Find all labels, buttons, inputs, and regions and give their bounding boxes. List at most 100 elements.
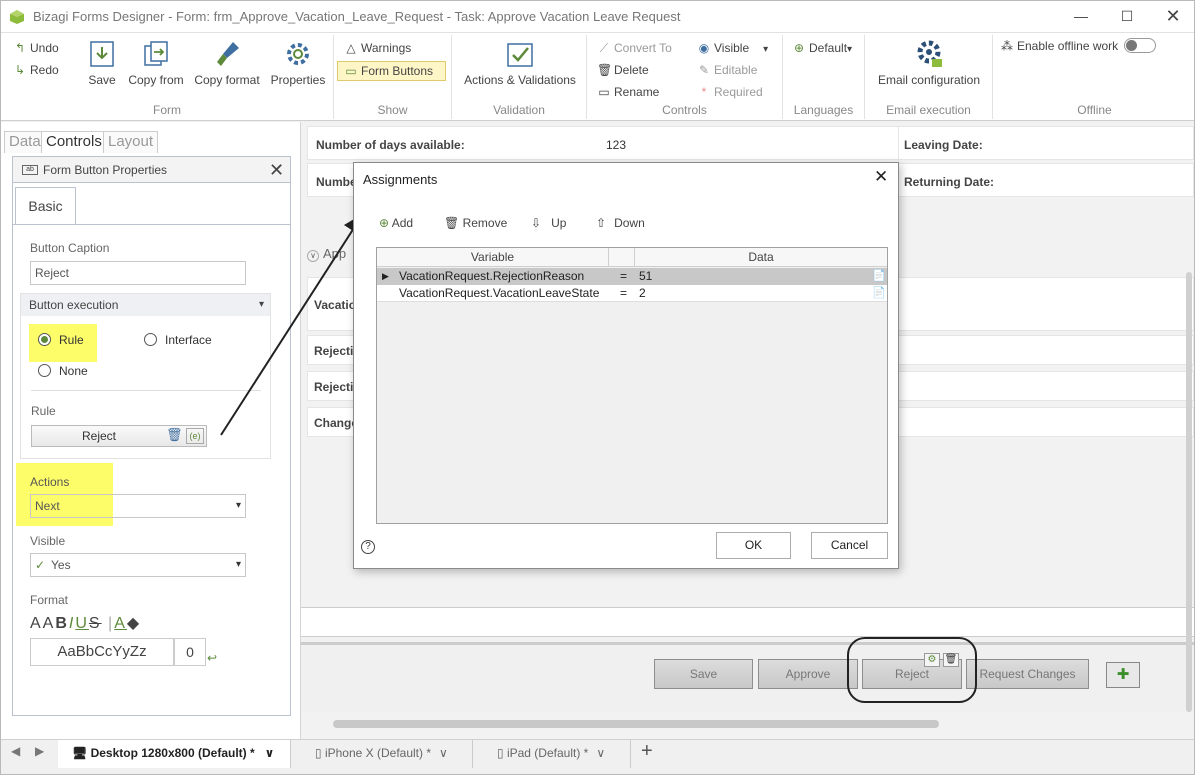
- enable-offline-label: ⁂ Enable offline work: [1001, 39, 1119, 53]
- bizagi-logo-icon: [10, 10, 24, 24]
- offline-toggle[interactable]: [1124, 38, 1156, 53]
- form-buttons-icon: ▭: [345, 64, 357, 78]
- tab-layout[interactable]: Layout: [103, 131, 159, 153]
- check-icon: ✓: [35, 558, 46, 572]
- remove-row-button[interactable]: 🗑 Remove: [444, 216, 507, 230]
- rename-button[interactable]: ▭ Rename: [597, 85, 659, 99]
- properties-button[interactable]: Properties: [268, 39, 328, 87]
- arrow-down-icon: ⇩: [531, 216, 542, 230]
- col-header-variable[interactable]: Variable: [377, 248, 609, 267]
- tab-basic[interactable]: Basic: [15, 187, 76, 225]
- document-icon[interactable]: 📄: [872, 268, 886, 284]
- help-icon[interactable]: ?: [361, 540, 375, 554]
- add-row-button[interactable]: ⊕ Add: [379, 216, 413, 230]
- expression-icon[interactable]: (e): [186, 428, 204, 444]
- table-row[interactable]: VacationRequest.VacationLeaveState = 2 📄: [377, 285, 887, 302]
- tab-desktop[interactable]: 🖥 Desktop 1280x800 (Default) * ∨: [58, 740, 291, 768]
- strikethrough-icon[interactable]: S: [89, 615, 102, 632]
- table-row[interactable]: ▶ VacationRequest.RejectionReason = 51 📄: [377, 268, 887, 285]
- close-panel-button[interactable]: ✕: [269, 157, 284, 183]
- horizontal-scrollbar[interactable]: [333, 720, 939, 728]
- scroll-right-icon[interactable]: ▶: [35, 744, 44, 758]
- button-execution-header[interactable]: Button execution ▾: [21, 294, 270, 316]
- visible-button[interactable]: ◉ Visible ▾: [697, 41, 768, 55]
- actions-dropdown[interactable]: Next: [30, 494, 246, 518]
- form-approve-button[interactable]: Approve: [758, 659, 858, 689]
- warnings-button[interactable]: △ Warnings: [344, 41, 411, 55]
- row-selector-icon: ▶: [382, 271, 389, 281]
- move-up-button[interactable]: ⇩ Up: [531, 216, 566, 230]
- rule-field[interactable]: Reject 🗑 (e): [31, 425, 207, 447]
- minimize-button[interactable]: —: [1058, 1, 1104, 33]
- language-dropdown[interactable]: ⊕ Default▾: [792, 41, 852, 55]
- copy-from-icon: [141, 39, 171, 69]
- undo-button[interactable]: ↰ Undo: [13, 41, 59, 55]
- visible-label: Visible: [30, 534, 66, 548]
- offline-icon: ⁂: [1001, 39, 1013, 53]
- form-save-button[interactable]: Save: [654, 659, 753, 689]
- convert-to-button[interactable]: ⟋ Convert To: [597, 41, 672, 56]
- window-title: Bizagi Forms Designer - Form: frm_Approv…: [33, 9, 681, 24]
- actions-validations-button[interactable]: Actions & Validations: [460, 39, 580, 87]
- collapse-icon: ∨: [307, 250, 319, 262]
- save-button[interactable]: Save: [85, 39, 119, 87]
- move-down-button[interactable]: ⇧ Down: [596, 216, 645, 230]
- tab-controls[interactable]: Controls: [41, 131, 107, 153]
- font-color-icon[interactable]: A: [114, 615, 127, 632]
- font-decrease-icon[interactable]: A: [43, 615, 56, 632]
- visible-dropdown[interactable]: ✓ Yes: [30, 553, 246, 577]
- form-request-changes-button[interactable]: Request Changes: [966, 659, 1089, 689]
- ribbon-group-languages: ⊕ Default▾ Languages: [783, 35, 865, 119]
- assignments-grid: Variable Data ▶ VacationRequest.Rejectio…: [376, 247, 888, 524]
- font-preview[interactable]: AaBbCcYyZz: [30, 638, 174, 666]
- tab-ipad[interactable]: ▯ iPad (Default) * ∨: [483, 740, 631, 768]
- vertical-scrollbar[interactable]: [1186, 272, 1192, 712]
- col-header-operator: [609, 248, 635, 267]
- copy-format-button[interactable]: Copy format: [192, 39, 262, 87]
- forms-designer-window: Bizagi Forms Designer - Form: frm_Approv…: [0, 0, 1195, 775]
- form-buttons-toggle[interactable]: ▭ Form Buttons: [337, 61, 446, 81]
- underline-icon[interactable]: U: [75, 615, 89, 632]
- copy-from-button[interactable]: Copy from: [127, 39, 185, 87]
- reset-format-icon[interactable]: ↩: [207, 651, 217, 665]
- dialog-close-button[interactable]: ✕: [874, 167, 888, 187]
- scroll-left-icon[interactable]: ◀: [11, 744, 20, 758]
- button-caption-input[interactable]: Reject: [30, 261, 246, 285]
- redo-button[interactable]: ↳ Redo: [13, 63, 59, 77]
- tab-iphone[interactable]: ▯ iPhone X (Default) * ∨: [301, 740, 473, 768]
- section-approval-header[interactable]: ∨ App: [307, 246, 346, 262]
- add-button-icon[interactable]: ✚: [1106, 662, 1140, 688]
- trash-icon: 🗑: [597, 63, 613, 77]
- bold-icon[interactable]: B: [55, 615, 69, 632]
- delete-button[interactable]: 🗑 Delete: [597, 63, 649, 77]
- col-header-data[interactable]: Data: [635, 248, 887, 267]
- maximize-button[interactable]: ☐: [1104, 1, 1150, 33]
- button-caption-label: Button Caption: [30, 241, 110, 255]
- editable-button[interactable]: ✎ Editable: [697, 63, 757, 77]
- add-device-tab-button[interactable]: +: [641, 740, 653, 763]
- radio-interface-dot: [144, 333, 157, 346]
- trash-icon: 🗑: [444, 216, 460, 230]
- required-button[interactable]: * Required: [697, 85, 763, 99]
- radio-rule-dot: [38, 333, 51, 346]
- tab-data[interactable]: Data: [4, 131, 46, 153]
- radio-interface[interactable]: Interface: [144, 333, 212, 347]
- form-button-properties-panel: ab Form Button Properties ✕ Basic Button…: [12, 156, 291, 716]
- email-configuration-button[interactable]: Email configuration: [875, 39, 983, 87]
- ok-button[interactable]: OK: [716, 532, 791, 559]
- font-increase-icon[interactable]: A: [30, 615, 43, 632]
- rule-label: Rule: [31, 404, 56, 418]
- ribbon-group-form: ↰ Undo ↳ Redo Save Copy from Copy format P…: [1, 35, 334, 119]
- trash-icon[interactable]: 🗑: [166, 427, 183, 443]
- arrow-up-icon: ⇧: [596, 216, 607, 230]
- cancel-button[interactable]: Cancel: [811, 532, 888, 559]
- fill-color-icon[interactable]: ◆: [127, 615, 141, 632]
- rename-icon: ▭: [598, 85, 610, 99]
- font-size-field[interactable]: 0: [174, 638, 206, 666]
- ribbon: ↰ Undo ↳ Redo Save Copy from Copy format P…: [1, 33, 1194, 121]
- radio-rule[interactable]: Rule: [38, 333, 84, 347]
- document-icon[interactable]: 📄: [872, 285, 886, 301]
- radio-none[interactable]: None: [38, 364, 88, 378]
- close-window-button[interactable]: ✕: [1150, 1, 1194, 33]
- ribbon-group-validation: Actions & Validations Validation: [452, 35, 587, 119]
